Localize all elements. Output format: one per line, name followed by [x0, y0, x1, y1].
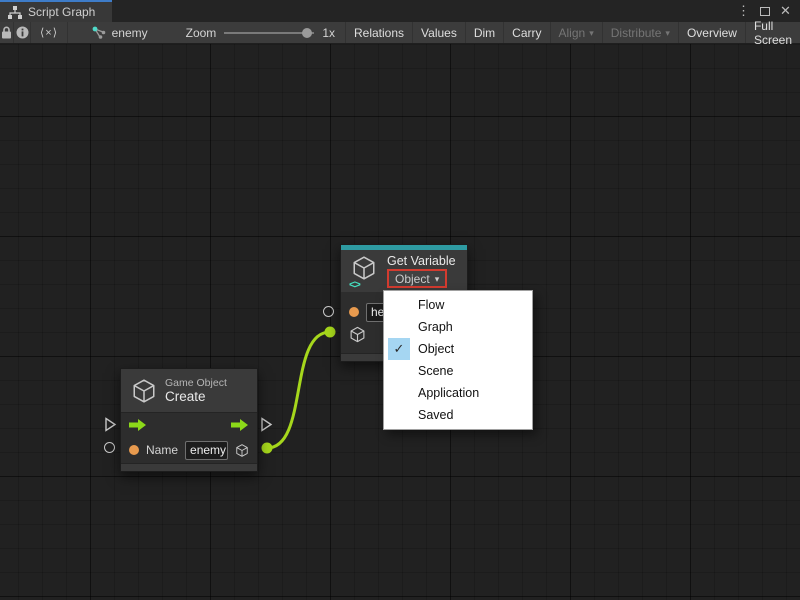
menu-item-label: Scene — [418, 364, 453, 378]
dim-button[interactable]: Dim — [465, 22, 503, 43]
fullscreen-label: Full Screen — [754, 19, 792, 47]
menu-item-label: Flow — [418, 298, 444, 312]
relations-label: Relations — [354, 26, 404, 40]
flow-input-port[interactable] — [104, 417, 117, 432]
code-brackets-icon: <> — [349, 279, 360, 291]
values-label: Values — [421, 26, 457, 40]
code-icon: ⟨×⟩ — [40, 26, 58, 39]
game-object-cube-icon — [131, 378, 157, 404]
chevron-down-icon: ▾ — [435, 274, 440, 285]
variable-kind-menu: Flow Graph ✓ Object Scene Application Sa… — [383, 290, 533, 430]
variable-kind-value: Object — [395, 272, 430, 286]
name-port-dot[interactable] — [129, 445, 139, 455]
menu-item-graph[interactable]: Graph — [384, 316, 532, 338]
graph-name-button[interactable]: enemy — [68, 22, 158, 43]
name-input-port[interactable] — [104, 442, 115, 453]
zoom-value: 1x — [322, 26, 335, 40]
menu-item-application[interactable]: Application — [384, 382, 532, 404]
overview-button[interactable]: Overview — [678, 22, 745, 43]
menu-item-label: Graph — [418, 320, 453, 334]
tab-bar: Script Graph ⋮ ✕ — [0, 0, 800, 22]
overview-label: Overview — [687, 26, 737, 40]
zoom-slider-track — [224, 32, 314, 34]
name-port-label: Name — [146, 443, 178, 457]
create-node-footer — [121, 463, 257, 471]
carry-button[interactable]: Carry — [503, 22, 549, 43]
menu-item-flow[interactable]: Flow — [384, 294, 532, 316]
node-title: Create — [165, 389, 227, 404]
menu-item-object[interactable]: ✓ Object — [384, 338, 532, 360]
variable-name-input-port[interactable] — [323, 306, 334, 317]
zoom-control: Zoom 1x — [158, 22, 345, 43]
object-port-cube-icon[interactable] — [349, 326, 366, 343]
align-button[interactable]: Align ▾ — [550, 22, 602, 43]
tab-label: Script Graph — [28, 5, 95, 19]
dim-label: Dim — [474, 26, 495, 40]
fullscreen-button[interactable]: Full Screen — [745, 22, 800, 43]
close-button[interactable]: ✕ — [777, 2, 794, 20]
align-label: Align — [559, 26, 586, 40]
toolbar: ⟨×⟩ enemy Zoom 1x Relations Values Dim C… — [0, 22, 800, 44]
variable-cube-icon: <> — [351, 254, 379, 285]
create-game-object-node[interactable]: Game Object Create Name enemy — [120, 368, 258, 472]
relations-button[interactable]: Relations — [345, 22, 412, 43]
tab-script-graph[interactable]: Script Graph — [0, 0, 112, 22]
graph-name-label: enemy — [112, 26, 148, 40]
menu-item-label: Saved — [418, 408, 453, 422]
zoom-slider[interactable] — [224, 28, 314, 38]
script-graph-window: { "tab_bar": { "tab": { "label": "Script… — [0, 0, 800, 600]
chevron-down-icon: ▾ — [589, 28, 594, 39]
maximize-icon — [760, 7, 770, 16]
name-port-dot[interactable] — [349, 307, 359, 317]
flow-out-arrow-icon[interactable] — [231, 419, 249, 431]
carry-label: Carry — [512, 26, 541, 40]
flow-in-arrow-icon[interactable] — [129, 419, 147, 431]
more-options-button[interactable]: ⋮ — [735, 2, 752, 20]
menu-item-saved[interactable]: Saved — [384, 404, 532, 426]
create-node-body: Name enemy — [121, 413, 257, 463]
info-button[interactable] — [14, 22, 32, 43]
menu-item-label: Object — [418, 342, 454, 356]
maximize-button[interactable] — [756, 2, 773, 20]
graph-tree-icon — [8, 6, 22, 19]
lock-button[interactable] — [0, 22, 14, 43]
menu-item-scene[interactable]: Scene — [384, 360, 532, 382]
chevron-down-icon: ▾ — [665, 28, 670, 39]
get-variable-header: <> Get Variable Object ▾ — [341, 250, 467, 292]
check-icon: ✓ — [388, 338, 410, 360]
create-node-header: Game Object Create — [121, 369, 257, 413]
name-input-field[interactable]: enemy — [185, 441, 228, 460]
flow-output-port[interactable] — [260, 417, 273, 432]
info-icon — [16, 26, 29, 39]
code-preview-button[interactable]: ⟨×⟩ — [31, 22, 67, 43]
menu-item-label: Application — [418, 386, 479, 400]
values-button[interactable]: Values — [412, 22, 465, 43]
graph-canvas[interactable]: <> Get Variable Object ▾ he — [0, 44, 800, 600]
distribute-button[interactable]: Distribute ▾ — [602, 22, 678, 43]
lock-icon — [1, 26, 12, 39]
node-title: Get Variable — [387, 254, 456, 268]
distribute-label: Distribute — [611, 26, 662, 40]
node-category: Game Object — [165, 377, 227, 389]
variable-kind-dropdown[interactable]: Object ▾ — [387, 269, 447, 288]
name-input-value: enemy — [190, 443, 226, 457]
graph-share-icon — [92, 26, 106, 39]
zoom-label: Zoom — [186, 26, 217, 40]
output-cube-icon[interactable] — [235, 442, 249, 459]
zoom-slider-handle[interactable] — [302, 28, 312, 38]
